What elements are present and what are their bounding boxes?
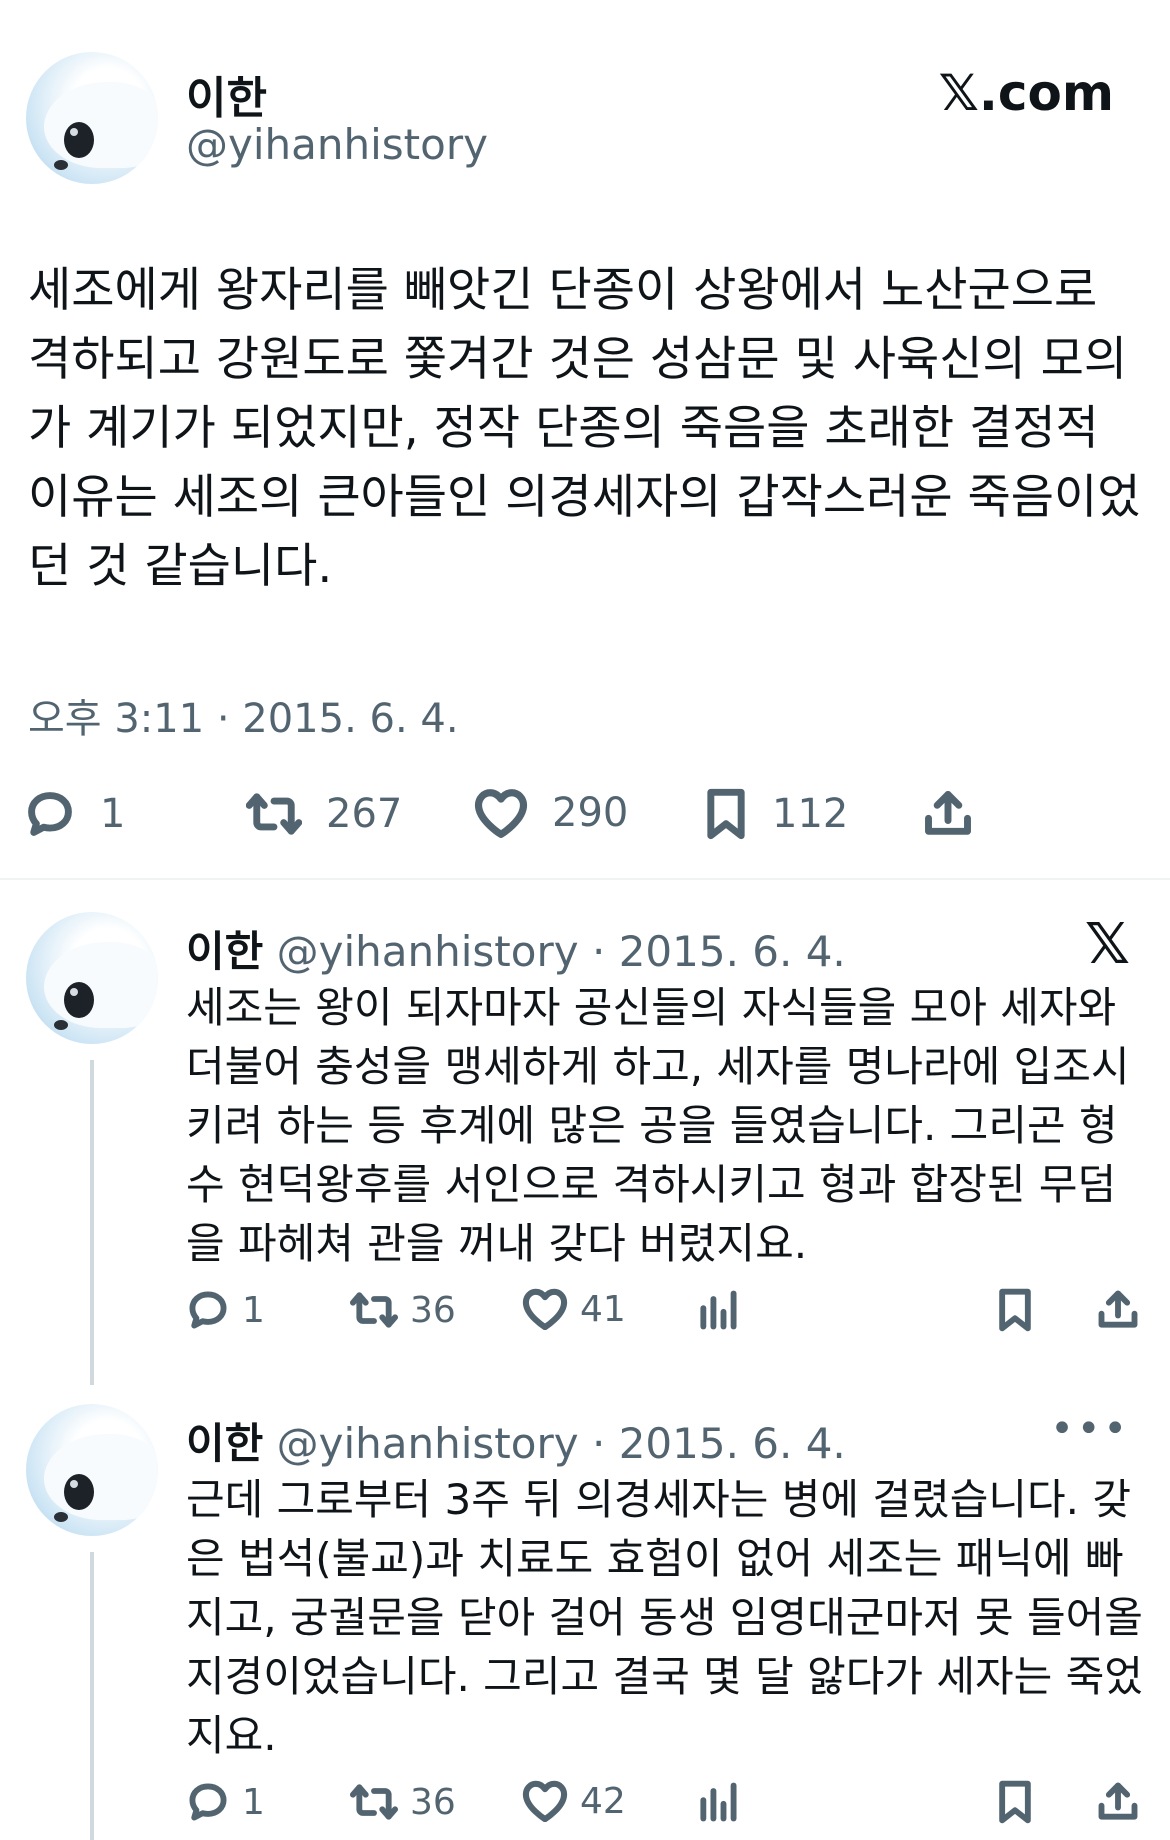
more-options-icon[interactable]: ••• [1050,1406,1130,1452]
bookmark-icon [707,788,745,840]
reply-count: 1 [242,1781,265,1823]
like-count: 42 [580,1780,626,1822]
heart-icon [522,1780,568,1822]
reply-header: 이한 @yihanhistory · 2015. 6. 4. [186,1410,846,1471]
author-handle[interactable]: @yihanhistory [277,1419,579,1468]
reply-text: 세조는 왕이 되자마자 공신들의 자식들을 모아 세자와 더불어 충성을 맹세하… [186,983,1130,1268]
analytics-button[interactable] [696,1780,740,1824]
share-button[interactable] [1096,1288,1140,1332]
reply-button[interactable]: 1 [186,1288,265,1332]
like-button[interactable]: 290 [474,788,628,838]
tweet-text: 세조에게 왕자리를 빼앗긴 단종이 상왕에서 노산군으로 격하되고 강원도로 쫓… [28,263,1141,594]
like-button[interactable]: 42 [522,1780,626,1822]
reply-icon [28,792,72,836]
bookmark-count: 112 [772,791,849,837]
avatar[interactable] [26,1404,158,1536]
bookmark-button[interactable]: 112 [704,788,848,840]
reply-action-bar: 1 36 41 [186,1280,1146,1340]
like-button[interactable]: 41 [522,1288,626,1330]
repost-icon [246,793,302,835]
repost-button[interactable]: 267 [246,788,402,840]
repost-button[interactable]: 36 [350,1780,456,1824]
reply-icon [189,1783,227,1821]
like-count: 290 [552,790,629,836]
reply-button[interactable]: 1 [186,1780,265,1824]
analytics-icon [700,1782,737,1822]
tweet-timestamp[interactable]: 오후 3:11 · 2015. 6. 4. [28,686,459,744]
reply-count: 1 [100,791,126,837]
x-logo-icon: 𝕏 [1084,912,1130,977]
analytics-icon [700,1290,737,1330]
reply-tweet[interactable]: 이한 @yihanhistory · 2015. 6. 4. ••• 근데 그로… [0,1392,1170,1840]
bookmark-icon [999,1288,1031,1332]
reply-count: 1 [242,1289,265,1331]
reply-text: 근데 그로부터 3주 뒤 의경세자는 병에 걸렸습니다. 갖은 법석(불교)과 … [186,1475,1143,1760]
share-icon [925,791,971,835]
reply-tweet[interactable]: 이한 @yihanhistory · 2015. 6. 4. 𝕏 세조는 왕이 … [0,900,1170,1390]
author-name[interactable]: 이한 [186,62,267,126]
separator-dot: · [591,1419,606,1468]
bookmark-button[interactable] [996,1780,1034,1824]
like-count: 41 [580,1288,626,1330]
reply-date[interactable]: 2015. 6. 4. [619,927,846,976]
reply-icon [189,1291,227,1329]
author-handle[interactable]: @yihanhistory [277,927,579,976]
thread-line [90,1060,94,1385]
tweet-action-bar: 1 267 290 112 [0,770,1170,860]
x-logo: 𝕏.com [938,64,1114,122]
main-tweet: 이한 @yihanhistory 𝕏.com 세조에게 왕자리를 빼앗긴 단종이… [0,0,1170,880]
reply-button[interactable]: 1 [24,788,125,840]
author-name[interactable]: 이한 [186,927,263,976]
repost-count: 267 [326,791,403,837]
heart-icon [474,789,528,838]
separator-dot: · [591,927,606,976]
analytics-button[interactable] [696,1288,740,1332]
divider [0,878,1170,880]
bookmark-button[interactable] [996,1288,1034,1332]
share-icon [1098,1290,1138,1328]
repost-icon [350,1292,398,1328]
avatar[interactable] [26,912,158,1044]
reply-action-bar: 1 36 42 [186,1772,1146,1832]
author-handle[interactable]: @yihanhistory [186,120,488,169]
repost-count: 36 [410,1781,456,1823]
reply-header: 이한 @yihanhistory · 2015. 6. 4. [186,918,846,979]
avatar[interactable] [26,52,158,184]
author-name[interactable]: 이한 [186,1419,263,1468]
thread-line [90,1552,94,1840]
repost-icon [350,1784,398,1820]
repost-count: 36 [410,1289,456,1331]
share-button[interactable] [1096,1780,1140,1824]
share-icon [1098,1782,1138,1820]
bookmark-icon [999,1780,1031,1824]
reply-date[interactable]: 2015. 6. 4. [619,1419,846,1468]
heart-icon [522,1288,568,1330]
share-button[interactable] [922,788,974,840]
repost-button[interactable]: 36 [350,1288,456,1332]
